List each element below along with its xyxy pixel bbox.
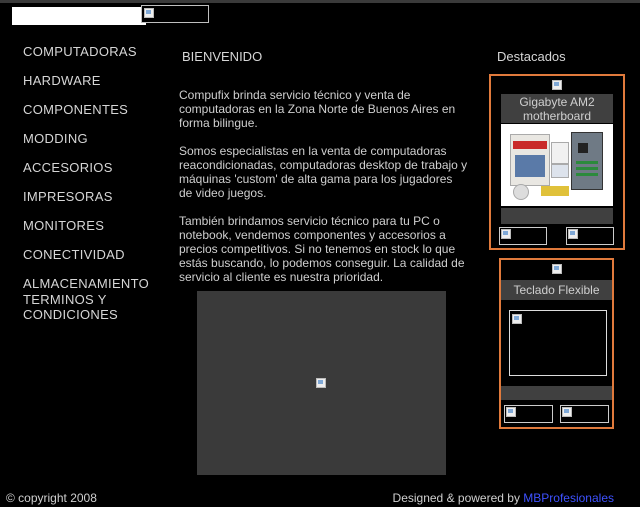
motherboard-box-illustration [510,134,550,186]
broken-image-icon [512,314,522,324]
broken-image-icon [316,378,326,388]
search-button[interactable] [141,5,209,23]
product-name[interactable]: Gigabyte AM2 motherboard [501,94,613,123]
hero-image-placeholder [197,291,446,475]
nav-item-terminos[interactable]: TERMINOS Y CONDICIONES [23,292,163,322]
intro-paragraph: También brindamos servicio técnico para … [179,214,465,284]
product-footer-bar [501,386,612,400]
credits-link[interactable]: MBProfesionales [523,491,614,505]
product-card: Teclado Flexible [499,258,614,429]
copyright: © copyright 2008 [6,491,97,505]
details-button[interactable] [499,227,547,245]
product-footer-bar [501,208,613,224]
driver-cd-illustration [513,184,529,200]
product-image[interactable] [501,124,613,206]
top-rule [0,0,640,3]
category-nav: COMPUTADORAS HARDWARE COMPONENTES MODDIN… [23,44,163,322]
intro-paragraph: Somos especialistas en la venta de compu… [179,144,468,200]
cable-illustration [541,186,569,196]
featured-title: Destacados [497,49,566,64]
intro-text: Compufix brinda servicio técnico y venta… [179,88,469,298]
buy-button[interactable] [560,405,609,423]
nav-item-conectividad[interactable]: CONECTIVIDAD [23,247,163,276]
broken-image-icon [501,229,511,239]
credits: Designed & powered by MBProfesionales [393,491,614,505]
motherboard-illustration [571,132,603,190]
broken-image-icon [552,80,562,90]
page-title: BIENVENIDO [182,49,263,64]
nav-item-terminos-line2: CONDICIONES [23,307,119,322]
buy-button[interactable] [566,227,614,245]
nav-item-monitores[interactable]: MONITORES [23,218,163,247]
broken-image-icon [562,407,572,417]
broken-image-icon [551,264,562,274]
nav-item-modding[interactable]: MODDING [23,131,163,160]
broken-image-icon [144,8,154,18]
manual-illustration [551,142,569,164]
details-button[interactable] [504,405,553,423]
intro-paragraph: Compufix brinda servicio técnico y venta… [179,88,456,130]
broken-image-icon [568,229,578,239]
broken-image-icon [506,407,516,417]
nav-item-almacenamiento[interactable]: ALMACENAMIENTO [23,276,163,291]
nav-item-hardware[interactable]: HARDWARE [23,73,163,102]
product-name[interactable]: Teclado Flexible [501,280,612,300]
nav-item-computadoras[interactable]: COMPUTADORAS [23,44,163,73]
nav-item-componentes[interactable]: COMPONENTES [23,102,163,131]
nav-item-accesorios[interactable]: ACCESORIOS [23,160,163,189]
nav-item-terminos-line1: TERMINOS Y [23,292,107,307]
credits-prefix: Designed & powered by [392,491,524,505]
manual-illustration [551,164,569,178]
product-card: Gigabyte AM2 motherboard [489,74,625,250]
product-image[interactable] [509,310,607,376]
nav-item-impresoras[interactable]: IMPRESORAS [23,189,163,218]
search-input[interactable] [12,7,146,25]
